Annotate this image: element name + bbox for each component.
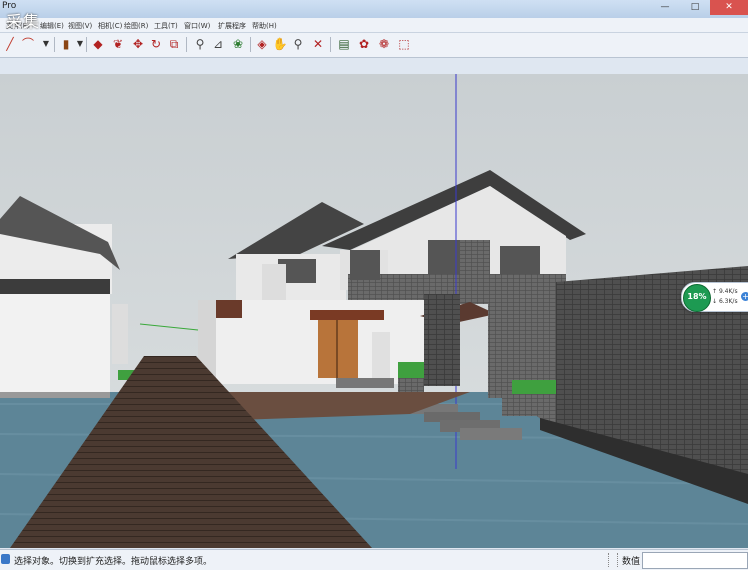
scene-render (0, 74, 748, 548)
minimize-button[interactable]: — (650, 0, 680, 15)
scale-icon[interactable]: ⧉ (166, 36, 182, 52)
menu-extensions[interactable]: 扩展程序 (218, 21, 246, 31)
styles-icon[interactable]: ❁ (376, 36, 392, 52)
toolbar: ╱ ⌒ ▼ ▮ ▼ ◆ ❦ ✥ ↻ ⧉ ⚲ ⊿ ❀ ◈ ✋ ⚲ ✕ ▤ ✿ ❁ … (0, 33, 748, 58)
materials-icon[interactable]: ✿ (356, 36, 372, 52)
upload-speed-value: 9.4K/s (718, 288, 738, 295)
status-bar: 选择对象。切换到扩充选择。拖动鼠标选择多项。 数值 (0, 549, 748, 570)
pan-icon[interactable]: ✋ (272, 36, 288, 52)
network-percent: 18% (687, 292, 707, 301)
measurements-label: 数值 (622, 557, 641, 567)
toolbar-separator (86, 37, 87, 52)
watermark-logo: 采集 (6, 12, 41, 31)
status-hint: 选择对象。切换到扩充选择。拖动鼠标选择多项。 (14, 557, 213, 567)
download-speed-value: 6.3K/s (718, 298, 738, 305)
network-percent-badge: 18% (683, 284, 711, 312)
move-icon[interactable]: ✥ (130, 36, 146, 52)
3d-viewport[interactable]: 18% ↑ 9.4K/s ↓ 6.3K/s + (0, 74, 748, 548)
planter (398, 362, 424, 378)
maximize-button[interactable]: □ (680, 0, 710, 15)
menu-help[interactable]: 帮助(H) (252, 21, 277, 31)
planter (512, 380, 556, 394)
courtyard-wall (198, 300, 430, 384)
status-grip[interactable] (608, 553, 618, 567)
menu-edit[interactable]: 编辑(E) (40, 21, 64, 31)
upload-speed: ↑ 9.4K/s (712, 288, 738, 295)
menu-tools[interactable]: 工具(T) (154, 21, 178, 31)
download-arrow-icon: ↓ (712, 298, 718, 305)
close-button[interactable]: ✕ (710, 0, 748, 15)
zoom-icon[interactable]: ⚲ (290, 36, 306, 52)
dimension-icon[interactable]: ⊿ (210, 36, 226, 52)
left-house (0, 196, 128, 398)
expand-plus-icon[interactable]: + (741, 292, 748, 301)
menu-window[interactable]: 窗口(W) (184, 21, 210, 31)
network-speed-widget[interactable]: 18% ↑ 9.4K/s ↓ 6.3K/s + (681, 282, 748, 312)
zoom-extents-icon[interactable]: ✕ (310, 36, 326, 52)
menu-camera[interactable]: 相机(C) (98, 21, 122, 31)
arc-tool-icon[interactable]: ⌒ (20, 36, 36, 52)
paint-bucket-icon[interactable]: ❀ (230, 36, 246, 52)
toolbar-separator (330, 37, 331, 52)
title-bar: Pro — □ ✕ (0, 0, 748, 18)
upload-arrow-icon: ↑ (712, 288, 718, 295)
info-icon (1, 554, 10, 564)
download-speed: ↓ 6.3K/s (712, 298, 738, 305)
menu-draw[interactable]: 绘图(R) (124, 21, 148, 31)
rotate-icon[interactable]: ↻ (148, 36, 164, 52)
menu-bar: 文件(F) 编辑(E) 视图(V) 相机(C) 绘图(R) 工具(T) 窗口(W… (0, 18, 748, 33)
measurements-input[interactable] (642, 552, 748, 569)
toolbar-separator (186, 37, 187, 52)
layers-icon[interactable]: ⬚ (396, 36, 412, 52)
followme-icon[interactable]: ❦ (110, 36, 126, 52)
orbit-icon[interactable]: ◈ (254, 36, 270, 52)
menu-view[interactable]: 视图(V) (68, 21, 92, 31)
tape-measure-icon[interactable]: ⚲ (192, 36, 208, 52)
dropdown-arrow-icon[interactable]: ▼ (38, 36, 54, 52)
window-controls: — □ ✕ (650, 0, 748, 16)
toolbar-separator (54, 37, 55, 52)
components-icon[interactable]: ▤ (336, 36, 352, 52)
pushpull-icon[interactable]: ◆ (90, 36, 106, 52)
line-tool-icon[interactable]: ╱ (2, 36, 18, 52)
toolbar-separator (250, 37, 251, 52)
